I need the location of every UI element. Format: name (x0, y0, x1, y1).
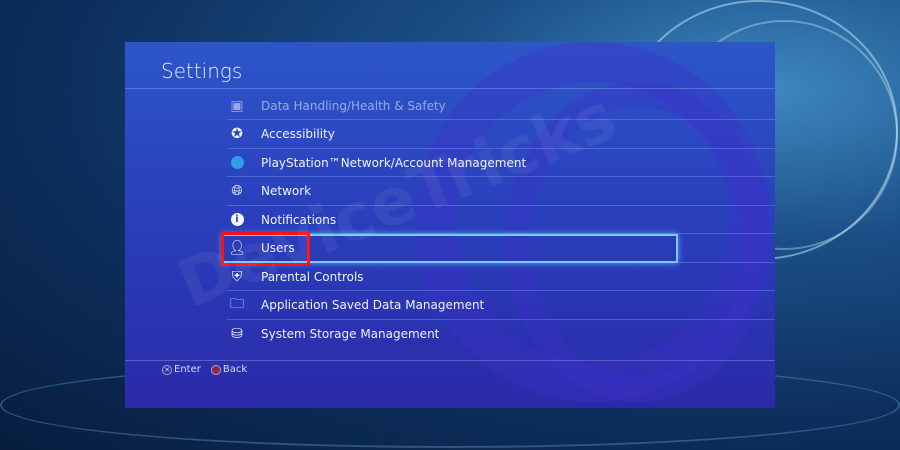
back-label: Back (222, 364, 248, 375)
enter-label: Enter (174, 364, 201, 375)
globe-icon: 🌐︎ (231, 183, 243, 199)
back-hint[interactable]: Back (210, 364, 248, 375)
menu-item-label: Application Saved Data Management (261, 298, 485, 312)
menu-item-label: System Storage Management (261, 327, 440, 341)
divider (125, 360, 775, 361)
button-hints: ✕ Enter Back (162, 364, 247, 375)
enter-hint[interactable]: ✕ Enter (162, 364, 201, 375)
storage-icon: ⛁ (231, 326, 243, 342)
menu-item-label: Data Handling/Health & Safety (261, 98, 446, 113)
menu-item-saved-data[interactable]: 🗀︎ Application Saved Data Management (227, 292, 775, 320)
accessibility-icon: ✪ (231, 126, 243, 142)
health-safety-icon: ▣ (230, 97, 244, 114)
playstation-network-icon (229, 155, 245, 171)
page-title: Settings (161, 59, 243, 83)
divider (125, 88, 775, 89)
settings-panel: Settings ▣ Data Handling/Health & Safety … (125, 42, 775, 408)
circle-button-icon (210, 364, 221, 375)
menu-item-label: Accessibility (261, 127, 335, 141)
menu-item-storage[interactable]: ⛁ System Storage Management (227, 320, 775, 348)
cross-button-icon: ✕ (162, 364, 172, 375)
